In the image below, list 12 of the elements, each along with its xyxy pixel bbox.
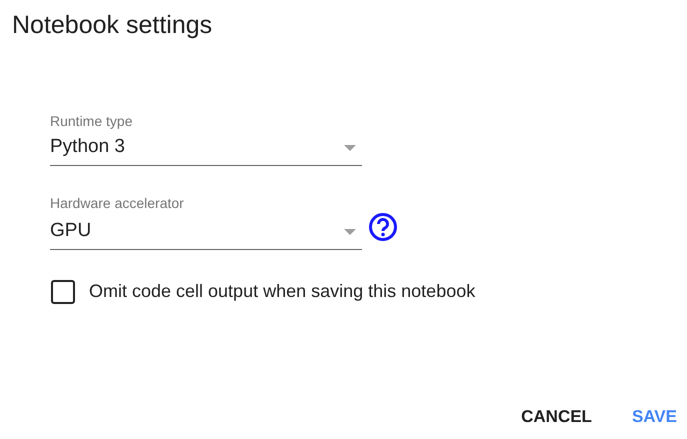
dropdown[interactable]: GPU: [50, 214, 362, 250]
checkbox-label: Omit code cell output when saving this notebook: [89, 280, 476, 303]
dialog-title: Notebook settings: [12, 10, 214, 41]
field-label: Hardware accelerator: [50, 194, 184, 212]
caret-icon: [344, 144, 356, 150]
field-label: Runtime type: [50, 112, 132, 130]
save-button[interactable]: SAVE: [622, 396, 687, 437]
caret-icon: [344, 228, 356, 234]
dropdown[interactable]: Python 3: [50, 130, 362, 166]
help-icon[interactable]: [368, 212, 398, 242]
checkbox[interactable]: [51, 280, 75, 304]
cancel-button[interactable]: CANCEL: [511, 396, 602, 437]
